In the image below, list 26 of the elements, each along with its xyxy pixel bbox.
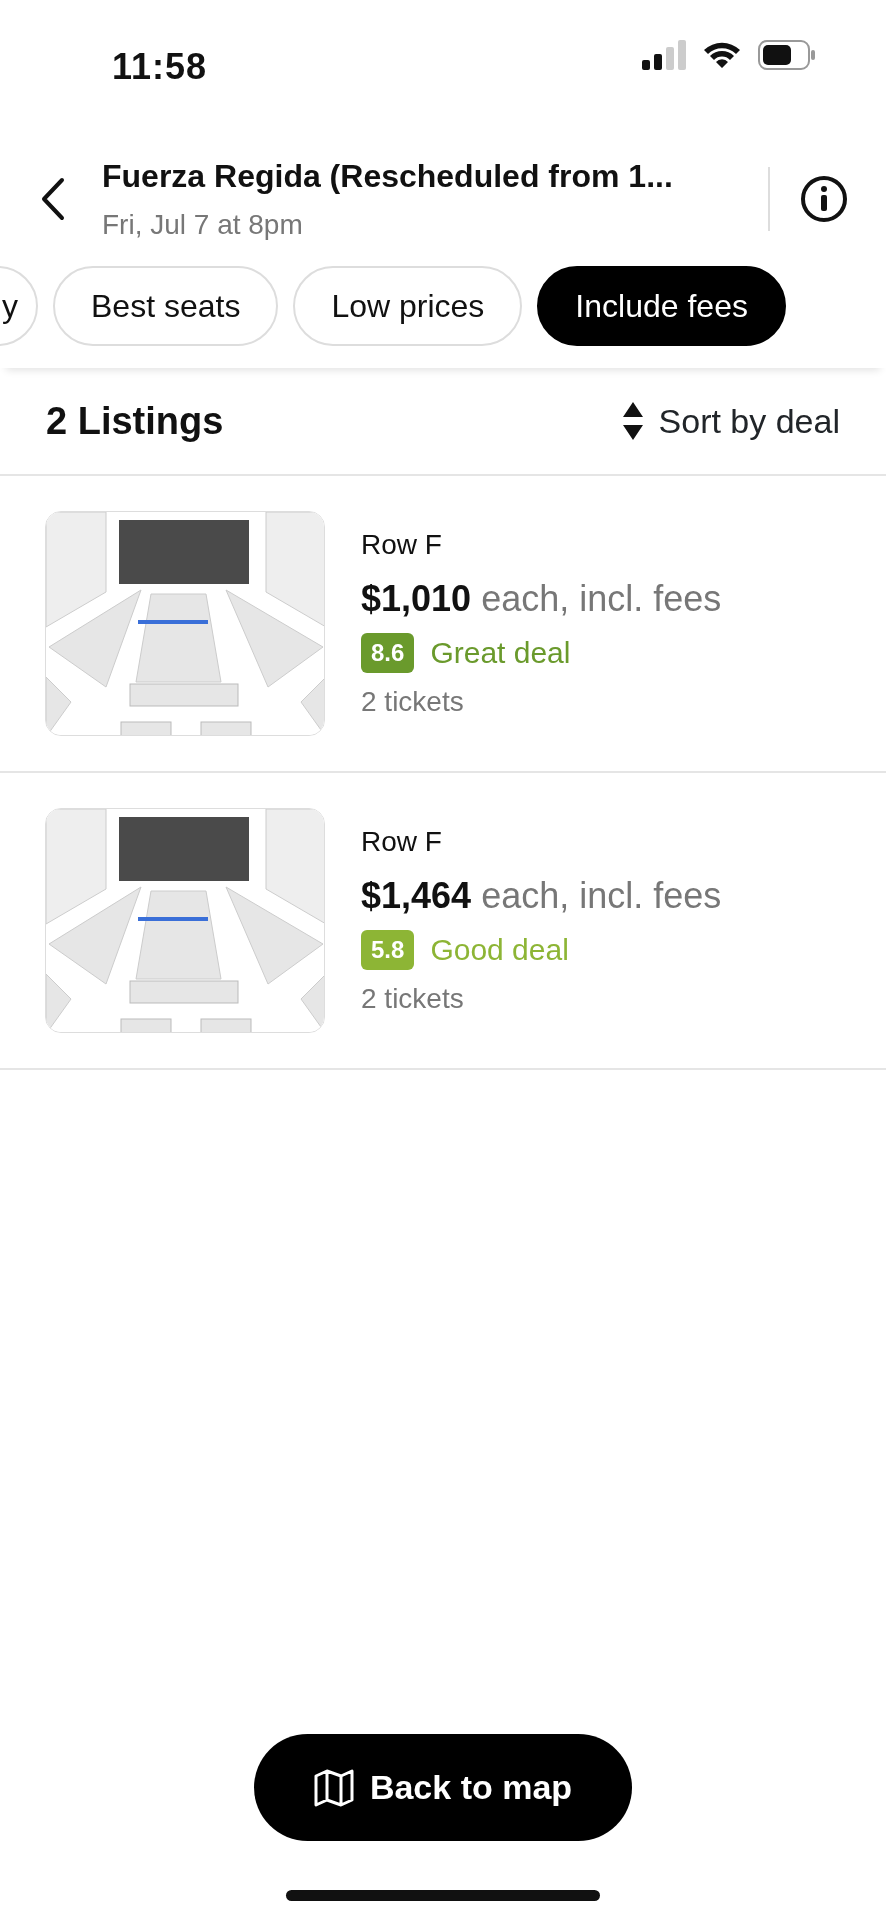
status-time: 11:58 — [112, 45, 208, 89]
price-text: $1,464 each, incl. fees — [361, 874, 722, 918]
info-icon[interactable] — [800, 175, 848, 223]
deal-label: Good deal — [430, 932, 569, 968]
listings-count: 2 Listings — [46, 398, 224, 444]
deal-score: 8.6 — [361, 632, 415, 673]
map-icon — [313, 1768, 354, 1807]
row-label: Row F — [361, 528, 443, 562]
event-title: Fuerza Regida (Rescheduled from 1... — [102, 157, 674, 196]
sort-icon — [622, 402, 643, 440]
row-label: Row F — [361, 825, 443, 859]
ticket-count: 2 tickets — [361, 685, 465, 719]
deal-score: 5.8 — [361, 929, 415, 970]
battery-icon — [758, 40, 816, 70]
event-date: Fri, Jul 7 at 8pm — [102, 208, 304, 242]
sort-button[interactable]: Sort by deal — [622, 395, 840, 447]
filter-chip[interactable]: Include fees — [537, 266, 786, 346]
filter-chip[interactable]: Best seats — [53, 266, 279, 346]
price-text: $1,010 each, incl. fees — [361, 577, 722, 621]
back-to-map-button[interactable]: Back to map — [254, 1734, 632, 1841]
wifi-icon — [702, 40, 742, 70]
filter-chip[interactable]: Low prices — [293, 266, 523, 346]
ticket-count: 2 tickets — [361, 982, 465, 1016]
deal-label: Great deal — [430, 635, 571, 671]
filter-chip[interactable]: y — [0, 266, 38, 346]
signal-icon — [642, 40, 686, 70]
